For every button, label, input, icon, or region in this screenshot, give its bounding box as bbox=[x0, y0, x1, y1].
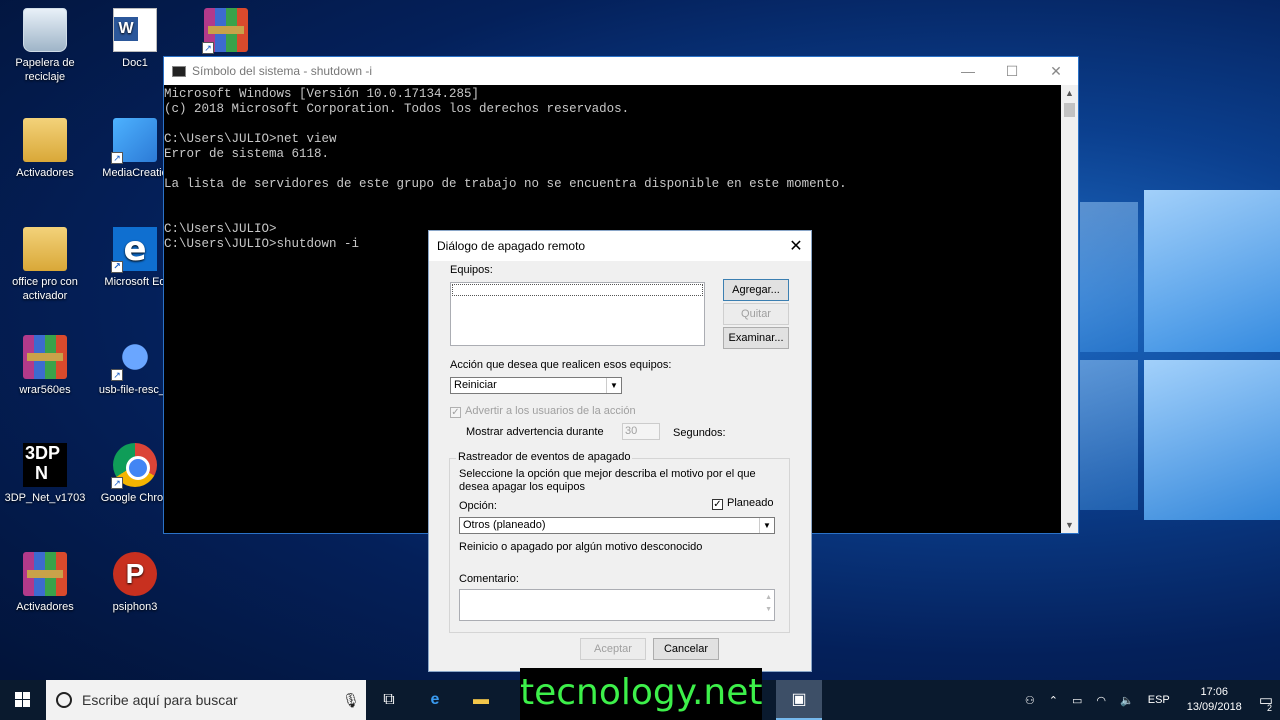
start-button[interactable] bbox=[0, 680, 46, 720]
planeado-option[interactable]: ✓ Planeado bbox=[712, 497, 774, 510]
wallpaper-windows-logo bbox=[1080, 190, 1280, 520]
advertir-label: Advertir a los usuarios de la acción bbox=[465, 405, 636, 417]
rastreador-title: Rastreador de eventos de apagado bbox=[456, 451, 633, 463]
close-button[interactable]: ✕ bbox=[1034, 57, 1078, 85]
task-view-button[interactable]: ⧉ bbox=[366, 680, 412, 720]
cmd-icon bbox=[172, 65, 186, 77]
windows-logo-icon bbox=[15, 692, 22, 699]
accion-select[interactable]: Reiniciar ▼ bbox=[450, 377, 622, 394]
dropdown-arrow-icon: ▼ bbox=[606, 378, 621, 393]
watermark: tecnology.net bbox=[520, 668, 762, 720]
rastreador-description: Seleccione la opción que mejor describa … bbox=[459, 468, 756, 493]
scroll-down-icon[interactable]: ▼ bbox=[1061, 517, 1078, 533]
people-icon[interactable]: ⚇ bbox=[1025, 694, 1035, 707]
folder-icon: ▬ bbox=[473, 691, 489, 708]
aceptar-button[interactable]: Aceptar bbox=[580, 638, 646, 660]
comentario-textarea[interactable]: ▲ ▼ bbox=[459, 589, 775, 621]
scrollbar-thumb[interactable] bbox=[1064, 103, 1075, 117]
edge-icon: e bbox=[430, 691, 440, 708]
winrar-icon: ↗ bbox=[202, 8, 248, 54]
dropdown-arrow-icon: ▼ bbox=[759, 518, 774, 533]
microphone-icon[interactable]: 🎙 bbox=[336, 692, 366, 709]
planeado-label: Planeado bbox=[727, 497, 774, 509]
psiphon-icon: P bbox=[113, 552, 157, 596]
list-focus-row bbox=[452, 284, 703, 296]
desktop-icon-activadores[interactable]: Activadores bbox=[0, 118, 90, 180]
segundos-label: Segundos: bbox=[673, 427, 726, 439]
textarea-spin-icon: ▲ ▼ bbox=[765, 594, 772, 613]
windows-logo-part bbox=[15, 700, 22, 707]
console-titlebar[interactable]: Símbolo del sistema - shutdown -i — ☐ ✕ bbox=[164, 57, 1078, 85]
notifications-button[interactable]: ▭ 2 bbox=[1259, 691, 1273, 713]
quitar-button[interactable]: Quitar bbox=[723, 303, 789, 325]
chrome-icon: ↗ bbox=[111, 443, 157, 489]
winrar-icon bbox=[23, 335, 67, 379]
scroll-up-icon[interactable]: ▲ bbox=[1061, 85, 1078, 101]
planeado-checkbox[interactable]: ✓ bbox=[712, 499, 723, 510]
word-document-icon: W bbox=[113, 8, 157, 52]
taskbar-search-box[interactable]: Escribe aquí para buscar 🎙 bbox=[46, 680, 366, 720]
agregar-button[interactable]: Agregar... bbox=[723, 279, 789, 301]
desktop-icon-3dp-net[interactable]: 3DP N 3DP_Net_v1703 bbox=[0, 443, 90, 505]
opcion-label: Opción: bbox=[459, 500, 497, 512]
console-scrollbar[interactable]: ▲ ▼ bbox=[1061, 85, 1078, 533]
edge-icon: e ↗ bbox=[111, 227, 157, 273]
clock-time: 17:06 bbox=[1200, 686, 1229, 698]
taskbar-file-explorer-button[interactable]: ▬ bbox=[458, 680, 504, 720]
advertir-option[interactable]: ✓ Advertir a los usuarios de la acción bbox=[450, 405, 636, 418]
motivo-description: Reinicio o apagado por algún motivo desc… bbox=[459, 541, 703, 553]
battery-icon[interactable]: ▭ bbox=[1072, 694, 1082, 707]
chevron-up-icon[interactable]: ⌃ bbox=[1049, 694, 1058, 707]
folder-archive-icon bbox=[23, 227, 67, 271]
cmd-icon: ▣ bbox=[791, 691, 807, 708]
wifi-icon[interactable]: ◠ bbox=[1096, 694, 1106, 707]
comentario-label: Comentario: bbox=[459, 573, 519, 585]
clock[interactable]: 17:06 13/09/2018 bbox=[1187, 685, 1242, 715]
mostrar-label: Mostrar advertencia durante bbox=[466, 426, 604, 438]
examinar-button[interactable]: Examinar... bbox=[723, 327, 789, 349]
maximize-button[interactable]: ☐ bbox=[990, 57, 1034, 85]
3dp-net-icon: 3DP N bbox=[23, 443, 67, 487]
language-indicator[interactable]: ESP bbox=[1148, 694, 1170, 706]
clock-date: 13/09/2018 bbox=[1186, 701, 1242, 713]
accion-label: Acción que desea que realicen esos equip… bbox=[450, 359, 672, 371]
opcion-select[interactable]: Otros (planeado) ▼ bbox=[459, 517, 775, 534]
folder-archive-icon bbox=[23, 118, 67, 162]
console-title: Símbolo del sistema - shutdown -i bbox=[192, 64, 373, 78]
console-output[interactable]: Microsoft Windows [Versión 10.0.17134.28… bbox=[164, 85, 1078, 252]
taskbar-cmd-button[interactable]: ▣ bbox=[776, 680, 822, 720]
accion-select-value: Reiniciar bbox=[454, 379, 497, 391]
minimize-button[interactable]: — bbox=[946, 57, 990, 85]
advertir-checkbox[interactable]: ✓ bbox=[450, 407, 461, 418]
windows-logo-part bbox=[23, 692, 30, 699]
winrar-icon bbox=[23, 552, 67, 596]
usb-virus-icon: ↗ bbox=[111, 335, 157, 381]
desktop-icon-office-pro[interactable]: office pro con activador bbox=[0, 227, 90, 303]
cancelar-button[interactable]: Cancelar bbox=[653, 638, 719, 660]
desktop-icon-activadores-2[interactable]: Activadores bbox=[0, 552, 90, 614]
task-view-icon: ⧉ bbox=[383, 691, 395, 708]
equipos-list[interactable] bbox=[450, 282, 705, 346]
media-creation-tool-icon: ↗ bbox=[111, 118, 157, 164]
windows-logo-part bbox=[23, 700, 30, 707]
desktop-icon-recycle-bin[interactable]: Papelera de reciclaje bbox=[0, 8, 90, 84]
cortana-icon bbox=[56, 692, 72, 708]
equipos-label: Equipos: bbox=[450, 264, 493, 276]
system-tray: ⚇ ⌃ ▭ ◠ 🔈 ESP 17:06 13/09/2018 ▭ 2 bbox=[1018, 680, 1280, 720]
desktop-icon-winrar-archive[interactable]: ↗ bbox=[181, 8, 271, 56]
remote-shutdown-dialog[interactable]: Diálogo de apagado remoto ✕ Equipos: Agr… bbox=[428, 230, 812, 672]
desktop-icon-psiphon3[interactable]: P psiphon3 bbox=[90, 552, 180, 614]
segundos-input[interactable]: 30 bbox=[622, 423, 660, 440]
desktop-icon-wrar560es[interactable]: wrar560es bbox=[0, 335, 90, 397]
dialog-close-button[interactable]: ✕ bbox=[781, 236, 811, 256]
dialog-titlebar[interactable]: Diálogo de apagado remoto ✕ bbox=[429, 231, 811, 261]
volume-icon[interactable]: 🔈 bbox=[1120, 694, 1134, 707]
opcion-select-value: Otros (planeado) bbox=[463, 519, 546, 531]
search-placeholder: Escribe aquí para buscar bbox=[82, 692, 238, 708]
notification-count: 2 bbox=[1266, 703, 1272, 713]
dialog-title: Diálogo de apagado remoto bbox=[437, 239, 586, 253]
taskbar-edge-button[interactable]: e bbox=[412, 680, 458, 720]
recycle-bin-icon bbox=[23, 8, 67, 52]
